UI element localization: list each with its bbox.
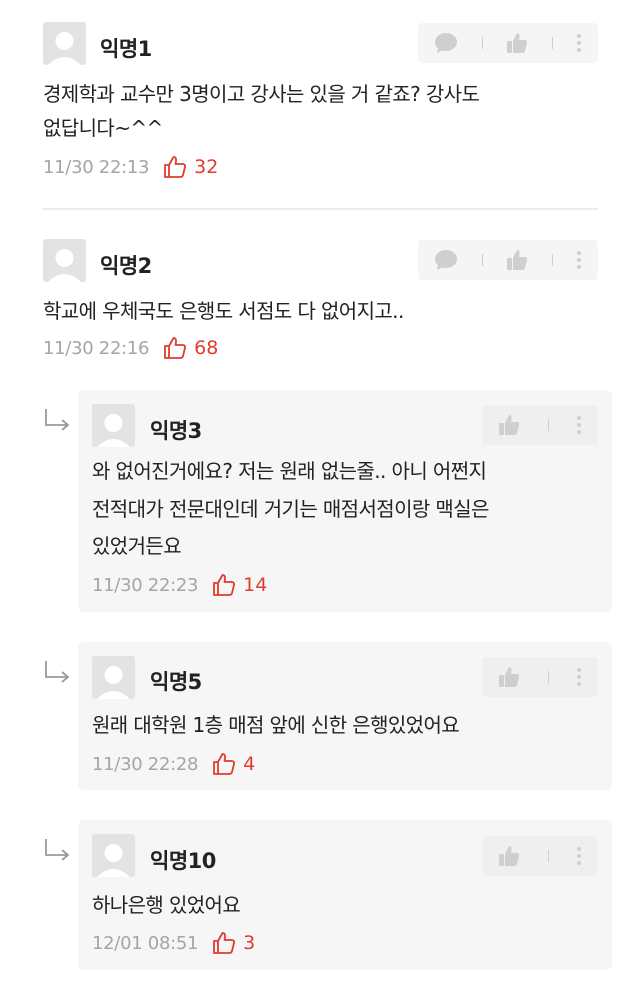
vertical-dots-icon[interactable]	[576, 846, 582, 866]
thumbs-up-outline-icon[interactable]	[212, 752, 236, 776]
vertical-dots-icon[interactable]	[576, 667, 582, 687]
vertical-dots-icon[interactable]	[576, 33, 582, 53]
vertical-dots-icon[interactable]	[576, 250, 582, 270]
thumbs-up-outline-icon[interactable]	[212, 931, 236, 955]
comment-text-line: 경제학과 교수만 3명이고 강사는 있을 거 같죠? 강사도	[43, 82, 480, 106]
comment-actions	[418, 23, 598, 63]
reply-arrow-icon	[43, 660, 71, 686]
divider	[547, 671, 549, 683]
avatar[interactable]	[92, 404, 135, 447]
like-count: 14	[243, 574, 268, 596]
comment-text-line: 학교에 우체국도 은행도 서점도 다 없어지고..	[43, 299, 404, 323]
reply-text-line: 있었거든요	[92, 534, 182, 558]
divider	[547, 419, 549, 431]
reply-actions	[482, 657, 598, 697]
comment-time: 11/30 22:13	[43, 156, 150, 178]
comment-meta: 11/30 22:16 68	[43, 335, 218, 361]
thumbs-up-icon[interactable]	[506, 32, 528, 54]
comment-actions	[418, 240, 598, 280]
divider	[551, 37, 553, 49]
thumbs-up-outline-icon[interactable]	[212, 573, 236, 597]
vertical-dots-icon[interactable]	[576, 415, 582, 435]
comment-author[interactable]: 익명2	[100, 250, 152, 280]
avatar[interactable]	[92, 656, 135, 699]
reply-arrow-icon	[43, 408, 71, 434]
comment-time: 11/30 22:16	[43, 337, 150, 359]
reply-text-line: 전적대가 전문대인데 거기는 매점서점이랑 맥실은	[92, 497, 489, 521]
reply-item: 익명3 와 없어진거에요? 저는 원래 없는줄.. 아니 어쩐지 전적대가 전문…	[78, 390, 612, 612]
reply-time: 11/30 22:23	[92, 574, 199, 596]
avatar[interactable]	[43, 22, 86, 65]
like-count: 4	[243, 753, 256, 775]
comment-author[interactable]: 익명1	[100, 33, 152, 63]
like-count: 68	[194, 337, 219, 359]
thumbs-up-outline-icon[interactable]	[163, 336, 187, 360]
like-count: 32	[194, 156, 219, 178]
thumbs-up-icon[interactable]	[498, 845, 520, 867]
avatar[interactable]	[43, 239, 86, 282]
reply-time: 11/30 22:28	[92, 753, 199, 775]
reply-author[interactable]: 익명10	[150, 845, 216, 875]
thumbs-up-icon[interactable]	[498, 666, 520, 688]
divider	[481, 254, 483, 266]
reply-item: 익명5 원래 대학원 1층 매점 앞에 신한 은행있었어요 11/30 22:2…	[78, 642, 612, 790]
reply-item: 익명10 하나은행 있었어요 12/01 08:51 3	[78, 820, 612, 970]
speech-bubble-icon[interactable]	[434, 32, 458, 54]
divider	[551, 254, 553, 266]
avatar[interactable]	[92, 834, 135, 877]
reply-text-line: 하나은행 있었어요	[92, 893, 241, 917]
reply-text-line: 와 없어진거에요? 저는 원래 없는줄.. 아니 어쩐지	[92, 459, 487, 483]
comment-text-line: 없답니다~^^	[43, 116, 163, 140]
reply-text-line: 원래 대학원 1층 매점 앞에 신한 은행있었어요	[92, 713, 460, 737]
reply-author[interactable]: 익명5	[150, 666, 202, 696]
like-count: 3	[243, 932, 256, 954]
reply-arrow-icon	[43, 838, 71, 864]
thumbs-up-icon[interactable]	[498, 414, 520, 436]
comment-item: 익명1 경제학과 교수만 3명이고 강사는 있을 거 같죠? 강사도 없답니다~…	[0, 0, 640, 200]
reply-meta: 11/30 22:23 14	[92, 572, 267, 598]
comment-meta: 11/30 22:13 32	[43, 154, 218, 180]
reply-author[interactable]: 익명3	[150, 415, 202, 445]
reply-actions	[482, 836, 598, 876]
divider	[547, 850, 549, 862]
thumbs-up-icon[interactable]	[506, 249, 528, 271]
reply-time: 12/01 08:51	[92, 932, 199, 954]
thumbs-up-outline-icon[interactable]	[163, 155, 187, 179]
reply-meta: 12/01 08:51 3	[92, 930, 255, 956]
speech-bubble-icon[interactable]	[434, 249, 458, 271]
comment-item: 익명2 학교에 우체국도 은행도 서점도 다 없어지고.. 11/30 22:1…	[0, 210, 640, 380]
reply-meta: 11/30 22:28 4	[92, 751, 255, 777]
divider	[481, 37, 483, 49]
reply-actions	[482, 405, 598, 445]
